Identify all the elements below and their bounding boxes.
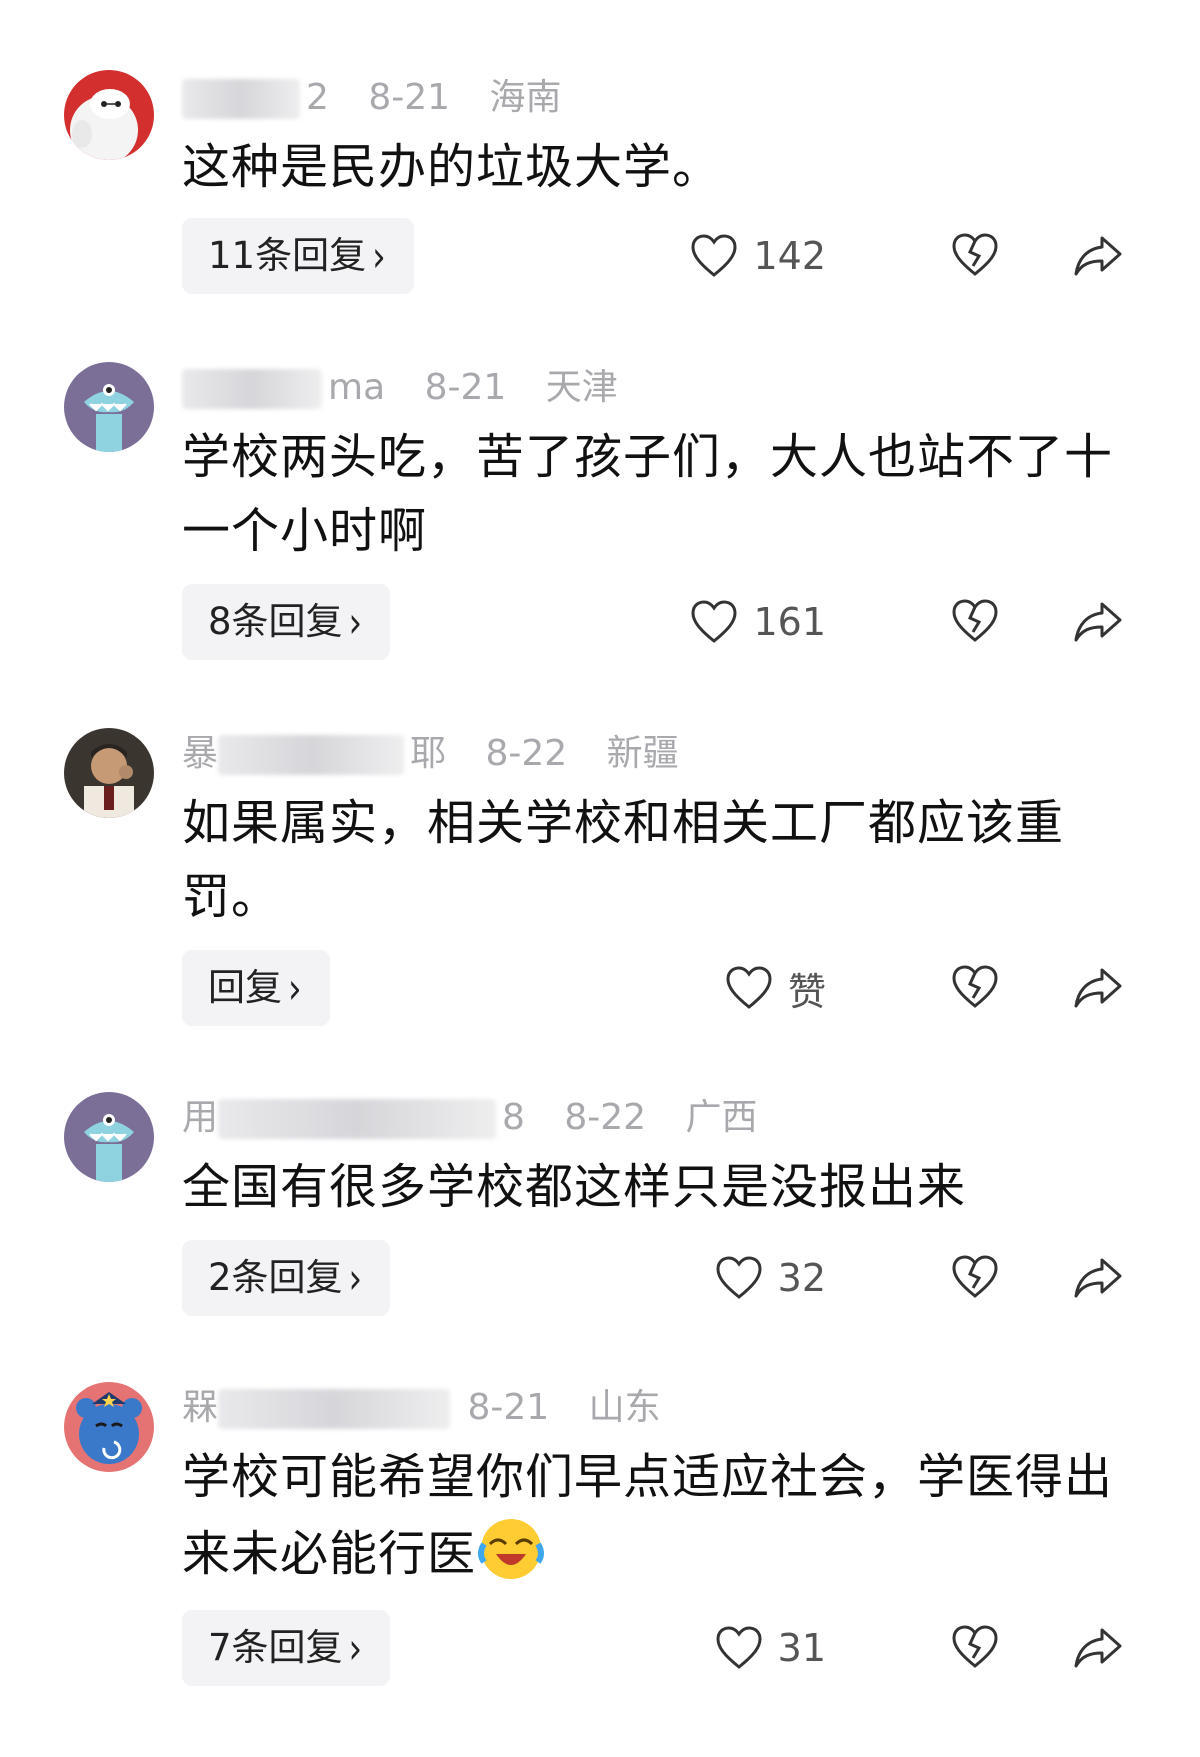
- comment-location: 海南: [489, 77, 562, 118]
- dislike-button[interactable]: [950, 1252, 1000, 1306]
- reply-label: 11条回复: [208, 234, 367, 277]
- comment-date: 8-22: [564, 1097, 647, 1138]
- comment-text[interactable]: 如果属实，相关学校和相关工厂都应该重罚。: [182, 786, 1122, 934]
- comment-location: 广西: [685, 1097, 758, 1138]
- blurred-username: [218, 735, 405, 775]
- comment-date: 8-21: [424, 367, 507, 408]
- comment-meta: 暴 耶 8-22 新疆: [182, 732, 707, 776]
- comment-actions: 161: [691, 584, 1140, 660]
- comment-actions: 32: [700, 1240, 1140, 1316]
- laughing-crying-emoji: [478, 1519, 545, 1579]
- blurred-username: [182, 369, 322, 409]
- avatar-bear-icon: [64, 1382, 154, 1472]
- username[interactable]: 2: [306, 77, 329, 118]
- username-part[interactable]: 槑: [182, 1387, 218, 1428]
- broken-heart-icon: [952, 1625, 998, 1668]
- username-part[interactable]: 耶: [410, 733, 446, 774]
- dislike-button[interactable]: [950, 1622, 1000, 1676]
- comment-location: 山东: [588, 1387, 661, 1428]
- share-button[interactable]: [1072, 1622, 1124, 1676]
- heart-outline-icon: [716, 1256, 762, 1299]
- comment-location: 新疆: [606, 733, 679, 774]
- avatar-monster-icon: [64, 362, 154, 452]
- comment-meta: ma 8-21 天津: [182, 366, 646, 410]
- comment-actions: 赞: [700, 950, 1140, 1026]
- share-button[interactable]: [1072, 230, 1124, 284]
- share-arrow-icon: [1074, 236, 1122, 276]
- chevron-right-icon: ›: [288, 964, 302, 1014]
- like-button[interactable]: 31: [714, 1620, 826, 1676]
- comment-location: 天津: [545, 367, 618, 408]
- chevron-right-icon: ›: [348, 1624, 363, 1674]
- share-arrow-icon: [1074, 1258, 1122, 1298]
- comment-text-body: 学校可能希望你们早点适应社会，学医得出来未必能行医: [182, 1449, 1114, 1582]
- avatar[interactable]: [64, 70, 154, 160]
- reply-label: 2条回复: [208, 1256, 343, 1299]
- comment-actions: 142: [691, 218, 1140, 294]
- chevron-right-icon: ›: [348, 598, 363, 648]
- comment-date: 8-21: [467, 1387, 550, 1428]
- dislike-button[interactable]: [950, 962, 1000, 1016]
- broken-heart-icon: [952, 1255, 998, 1298]
- avatar[interactable]: [64, 728, 154, 818]
- avatar[interactable]: [64, 1092, 154, 1182]
- view-replies-button[interactable]: 2条回复 ›: [182, 1240, 391, 1316]
- comment-date: 8-21: [368, 77, 451, 118]
- heart-outline-icon: [726, 966, 772, 1009]
- heart-outline-icon: [716, 1626, 762, 1669]
- heart-outline-icon: [691, 600, 737, 643]
- username-part[interactable]: 用: [182, 1097, 218, 1138]
- reply-label: 回复: [208, 966, 282, 1009]
- avatar-person-photo-icon: [64, 728, 154, 818]
- comment-text[interactable]: 学校可能希望你们早点适应社会，学医得出来未必能行医: [182, 1440, 1122, 1591]
- comment-text[interactable]: 学校两头吃，苦了孩子们，大人也站不了十一个小时啊: [182, 420, 1122, 568]
- like-button[interactable]: 142: [689, 228, 826, 284]
- dislike-button[interactable]: [950, 230, 1000, 284]
- like-count: 31: [777, 1626, 826, 1670]
- comment-meta: 2 8-21 海南: [182, 76, 590, 120]
- share-arrow-icon: [1074, 1628, 1122, 1668]
- reply-label: 7条回复: [208, 1626, 343, 1669]
- comment-meta: 用 8 8-22 广西: [182, 1096, 786, 1140]
- like-button[interactable]: 赞: [724, 960, 826, 1016]
- chevron-right-icon: ›: [372, 232, 386, 282]
- view-replies-button[interactable]: 8条回复 ›: [182, 584, 391, 660]
- share-arrow-icon: [1074, 602, 1122, 642]
- comment-text[interactable]: 这种是民办的垃圾大学。: [182, 130, 1122, 204]
- username-part[interactable]: 8: [502, 1097, 525, 1138]
- like-count: 32: [777, 1256, 826, 1300]
- like-label: 赞: [787, 969, 826, 1014]
- broken-heart-icon: [952, 965, 998, 1008]
- dislike-button[interactable]: [950, 596, 1000, 650]
- like-count: 142: [753, 234, 826, 278]
- comment-date: 8-22: [485, 733, 568, 774]
- username-part[interactable]: 暴: [182, 733, 218, 774]
- view-replies-button[interactable]: 回复 ›: [182, 950, 330, 1026]
- blurred-username: [218, 1389, 451, 1429]
- like-count: 161: [753, 600, 826, 644]
- broken-heart-icon: [952, 233, 998, 276]
- heart-outline-icon: [691, 234, 737, 277]
- share-button[interactable]: [1072, 1252, 1124, 1306]
- share-button[interactable]: [1072, 596, 1124, 650]
- comment-actions: 31: [700, 1610, 1140, 1686]
- comment-text[interactable]: 全国有很多学校都这样只是没报出来: [182, 1150, 1122, 1224]
- comment-meta: 槑 8-21 山东: [182, 1386, 689, 1430]
- blurred-username: [182, 79, 300, 119]
- avatar[interactable]: [64, 362, 154, 452]
- reply-label: 8条回复: [208, 600, 343, 643]
- avatar-robot-icon: [64, 70, 154, 160]
- share-button[interactable]: [1072, 962, 1124, 1016]
- like-button[interactable]: 32: [714, 1250, 826, 1306]
- username[interactable]: ma: [328, 367, 385, 408]
- share-arrow-icon: [1074, 968, 1122, 1008]
- view-replies-button[interactable]: 7条回复 ›: [182, 1610, 391, 1686]
- broken-heart-icon: [952, 599, 998, 642]
- avatar-monster-icon: [64, 1092, 154, 1182]
- like-button[interactable]: 161: [689, 594, 826, 650]
- avatar[interactable]: [64, 1382, 154, 1472]
- blurred-username: [218, 1099, 497, 1139]
- view-replies-button[interactable]: 11条回复 ›: [182, 218, 414, 294]
- chevron-right-icon: ›: [348, 1254, 363, 1304]
